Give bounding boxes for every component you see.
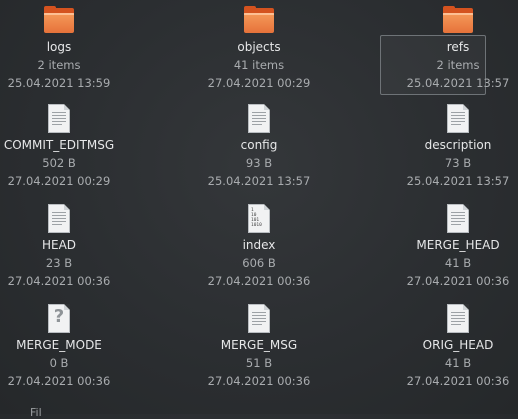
file-date: 27.04.2021 00:29 [7, 174, 111, 188]
file-date: 25.04.2021 13:57 [406, 76, 510, 90]
file-name: COMMIT_EDITMSG [3, 138, 115, 152]
folder-icon [43, 5, 75, 37]
file-item-merge-mode[interactable]: ? MERGE_MODE 0 B 27.04.2021 00:36 [0, 303, 144, 390]
file-item-description[interactable]: description 73 B 25.04.2021 13:57 [373, 103, 518, 190]
binary-glyph: 1 10 101 1010 [251, 208, 262, 228]
file-size: 73 B [444, 156, 472, 170]
text-file-icon [43, 103, 75, 135]
text-file-icon [442, 103, 474, 135]
file-size: 2 items [436, 58, 480, 72]
file-item-orig-head[interactable]: ORIG_HEAD 41 B 27.04.2021 00:36 [373, 303, 518, 390]
file-size: 502 B [42, 156, 76, 170]
file-date: 27.04.2021 00:36 [7, 374, 111, 388]
file-item-merge-head[interactable]: MERGE_HEAD 41 B 27.04.2021 00:36 [373, 203, 518, 290]
unknown-file-icon: ? [43, 303, 75, 335]
file-date: 27.04.2021 00:29 [207, 76, 311, 90]
text-file-icon [442, 303, 474, 335]
file-date: 27.04.2021 00:36 [7, 274, 111, 288]
file-date: 27.04.2021 00:36 [406, 274, 510, 288]
file-icon-view: logs 2 items 25.04.2021 13:59 objects 41… [0, 0, 518, 419]
file-date: 25.04.2021 13:59 [7, 76, 111, 90]
file-size: 41 items [233, 58, 285, 72]
file-name: refs [446, 40, 470, 54]
file-size: 41 B [444, 256, 472, 270]
file-item-index[interactable]: 1 10 101 1010 index 606 B 27.04.2021 00:… [174, 203, 344, 290]
file-size: 0 B [49, 356, 69, 370]
file-item-objects[interactable]: objects 41 items 27.04.2021 00:29 [174, 5, 344, 92]
file-date: 25.04.2021 13:57 [207, 174, 311, 188]
file-item-logs[interactable]: logs 2 items 25.04.2021 13:59 [0, 5, 144, 92]
file-size: 23 B [45, 256, 73, 270]
status-bar-text: Fil [30, 406, 42, 419]
text-file-icon [243, 103, 275, 135]
file-item-config[interactable]: config 93 B 25.04.2021 13:57 [174, 103, 344, 190]
file-item-refs[interactable]: refs 2 items 25.04.2021 13:57 [373, 5, 518, 95]
file-name: MERGE_HEAD [416, 238, 500, 252]
file-name: config [240, 138, 278, 152]
file-date: 27.04.2021 00:36 [207, 374, 311, 388]
file-item-commit-editmsg[interactable]: COMMIT_EDITMSG 502 B 27.04.2021 00:29 [0, 103, 144, 190]
folder-icon [243, 5, 275, 37]
file-size: 606 B [242, 256, 276, 270]
file-name: logs [46, 40, 72, 54]
file-date: 27.04.2021 00:36 [207, 274, 311, 288]
file-name: objects [237, 40, 281, 54]
file-date: 27.04.2021 00:36 [406, 374, 510, 388]
file-name: MERGE_MSG [220, 338, 298, 352]
file-name: index [242, 238, 276, 252]
file-name: ORIG_HEAD [422, 338, 494, 352]
question-mark-icon: ? [53, 306, 65, 327]
file-item-merge-msg[interactable]: MERGE_MSG 51 B 27.04.2021 00:36 [174, 303, 344, 390]
file-item-head[interactable]: HEAD 23 B 27.04.2021 00:36 [0, 203, 144, 290]
file-size: 2 items [37, 58, 81, 72]
text-file-icon [243, 303, 275, 335]
file-size: 41 B [444, 356, 472, 370]
text-file-icon [442, 203, 474, 235]
file-date: 25.04.2021 13:57 [406, 174, 510, 188]
binary-file-icon: 1 10 101 1010 [243, 203, 275, 235]
file-name: description [424, 138, 492, 152]
file-name: MERGE_MODE [16, 338, 102, 352]
file-name: HEAD [41, 238, 77, 252]
file-size: 51 B [245, 356, 273, 370]
text-file-icon [43, 203, 75, 235]
file-size: 93 B [245, 156, 273, 170]
folder-icon [442, 5, 474, 37]
